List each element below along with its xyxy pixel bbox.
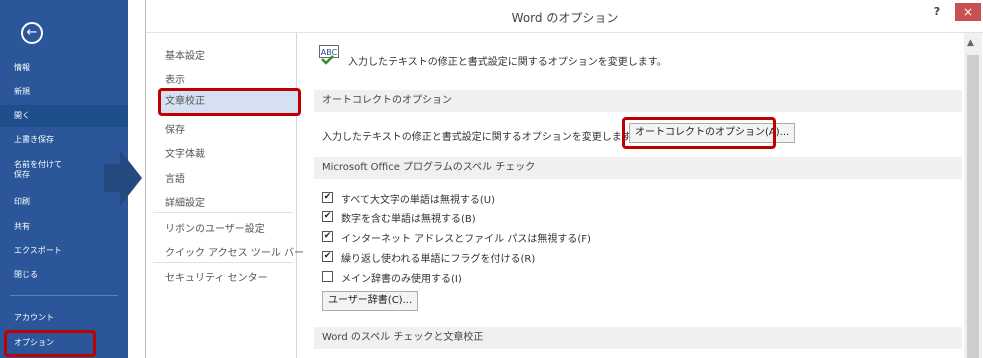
nav-general[interactable]: 基本設定: [165, 47, 205, 62]
nav-advanced[interactable]: 詳細設定: [165, 194, 205, 209]
word-options-dialog: Word のオプション ? × 基本設定 表示 文章校正 保存 文字体裁 言語 …: [145, 0, 983, 358]
nav-save[interactable]: 保存: [165, 121, 185, 136]
options-nav: 基本設定 表示 文章校正 保存 文字体裁 言語 詳細設定 リボンのユーザー設定 …: [151, 33, 304, 358]
options-content: ABC 入力したテキストの修正と書式設定に関するオプションを変更します。 オート…: [304, 33, 964, 358]
close-button[interactable]: ×: [955, 3, 981, 21]
scroll-thumb[interactable]: [967, 55, 979, 358]
checkbox-label: メイン辞書のみ使用する(I): [341, 274, 462, 285]
checkbox[interactable]: ✔: [322, 231, 333, 242]
checkbox[interactable]: ✔: [322, 211, 333, 222]
backstage-item-share[interactable]: 共有: [0, 216, 128, 238]
backstage-item-account[interactable]: アカウント: [0, 307, 128, 329]
backstage-item-info[interactable]: 情報: [0, 57, 128, 79]
checkbox-label: 数字を含む単語は無視する(B): [341, 214, 476, 225]
nav-divider: [153, 212, 293, 213]
checkbox-label: 繰り返し使われる単語にフラグを付ける(R): [341, 254, 536, 265]
spelling-abc-icon: ABC: [319, 45, 339, 65]
nav-proofing[interactable]: 文章校正: [160, 90, 300, 114]
nav-display[interactable]: 表示: [165, 71, 185, 86]
help-button[interactable]: ?: [930, 5, 944, 19]
nav-quick-access-toolbar[interactable]: クイック アクセス ツール バー: [165, 244, 304, 259]
nav-typography[interactable]: 文字体裁: [165, 145, 205, 160]
nav-divider: [153, 262, 293, 263]
autocorrect-description: 入力したテキストの修正と書式設定に関するオプションを変更します。: [322, 132, 641, 143]
intro-text: 入力したテキストの修正と書式設定に関するオプションを変更します。: [348, 57, 667, 68]
backstage-item-save[interactable]: 上書き保存: [0, 129, 128, 151]
nav-trust-center[interactable]: セキュリティ センター: [165, 269, 268, 284]
autocorrect-options-button[interactable]: オートコレクトのオプション(A)...: [629, 123, 796, 143]
spell-section-header: Microsoft Office プログラムのスペル チェック: [314, 157, 962, 179]
checkbox[interactable]: ✔: [322, 251, 333, 262]
pointer-arrow-icon: [104, 150, 142, 206]
backstage-item-export[interactable]: エクスポート: [0, 240, 128, 262]
backstage-divider: [10, 295, 118, 296]
word-spelling-section-header: Word のスペル チェックと文章校正: [314, 327, 962, 349]
scroll-up-icon[interactable]: ▲: [967, 38, 974, 48]
checkbox[interactable]: ✔: [322, 192, 333, 203]
checkbox-label: すべて大文字の単語は無視する(U): [341, 195, 496, 206]
backstage-item-options[interactable]: オプション: [0, 332, 128, 354]
nav-customize-ribbon[interactable]: リボンのユーザー設定: [165, 220, 265, 235]
backstage-item-new[interactable]: 新規: [0, 81, 128, 103]
back-arrow-icon[interactable]: ←: [21, 22, 43, 44]
custom-dictionaries-button[interactable]: ユーザー辞書(C)...: [322, 291, 419, 311]
vertical-scrollbar[interactable]: ▲: [964, 33, 982, 358]
dialog-titlebar: Word のオプション ? ×: [146, 0, 983, 33]
svg-text:ABC: ABC: [321, 48, 338, 57]
backstage-item-close[interactable]: 閉じる: [0, 264, 128, 286]
checkbox-label: インターネット アドレスとファイル パスは無視する(F): [341, 234, 591, 245]
backstage-item-open[interactable]: 開く: [0, 105, 128, 127]
checkbox[interactable]: [322, 271, 333, 282]
nav-language[interactable]: 言語: [165, 170, 185, 185]
autocorrect-section-header: オートコレクトのオプション: [314, 90, 962, 112]
dialog-title: Word のオプション: [511, 11, 619, 25]
